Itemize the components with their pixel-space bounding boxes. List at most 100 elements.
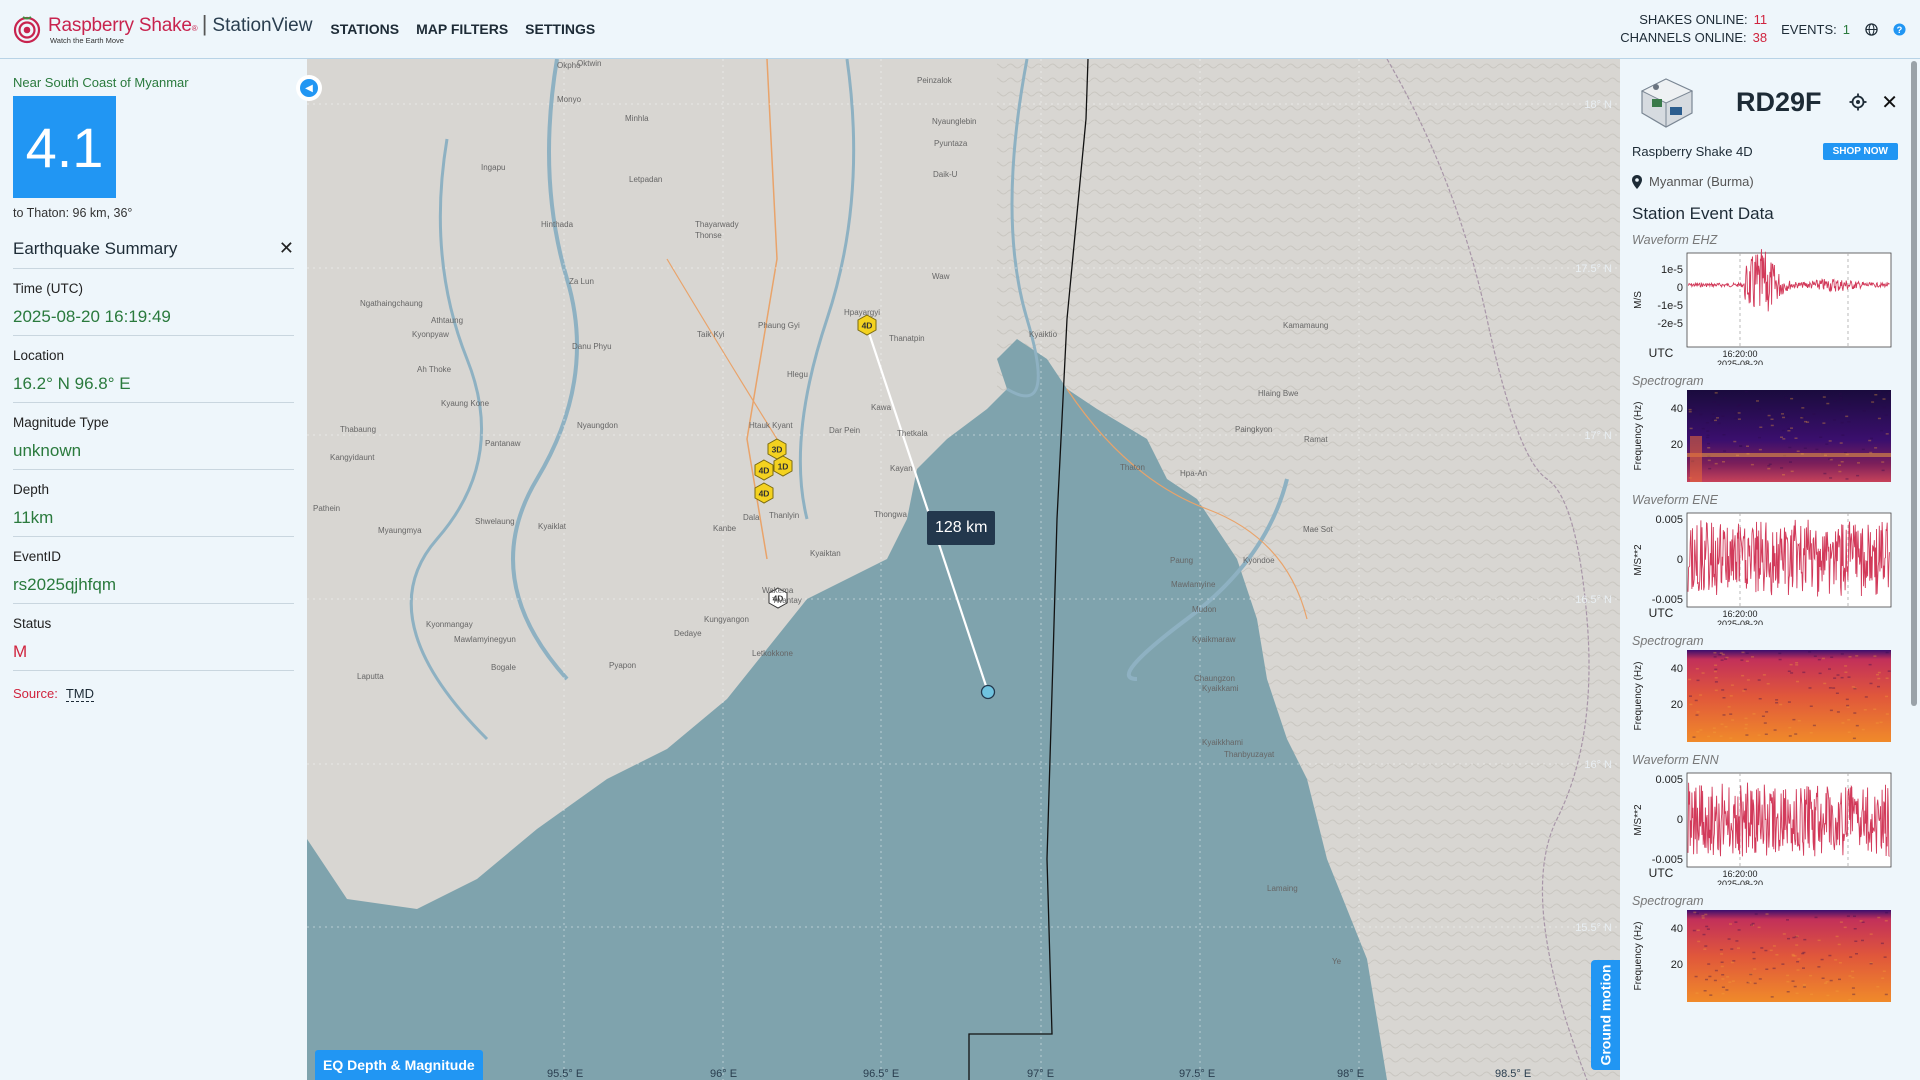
waveform-tick-label: 0.005 (1655, 514, 1683, 526)
spectrogram-noise (1707, 459, 1711, 462)
station-event-blocks: Waveform EHZ 1e-5 0 -1e-5 -2e-5 M/S UTC 16:20:0… (1620, 224, 1920, 1004)
spectrogram-noise (1765, 711, 1769, 713)
spectrogram-noise (1758, 436, 1761, 439)
waveform-x-label-utc: UTC (1649, 346, 1674, 360)
spectrogram-noise (1857, 462, 1860, 464)
spectrogram-noise (1885, 713, 1889, 715)
spectrogram-noise (1696, 731, 1700, 733)
spectrogram-noise (1716, 417, 1719, 419)
close-station-button[interactable]: ✕ (1881, 90, 1898, 115)
events-count[interactable]: EVENTS: 1 (1781, 22, 1850, 37)
spectrogram-noise (1752, 951, 1756, 954)
source-link[interactable]: TMD (65, 686, 94, 702)
town-label: Letpadan (629, 175, 663, 184)
nav-stations[interactable]: STATIONS (330, 21, 399, 37)
spectrogram-label: Spectrogram (1632, 894, 1704, 908)
spectrogram-noise (1709, 994, 1713, 996)
spectrogram-noise (1731, 980, 1735, 982)
close-summary-button[interactable]: ✕ (279, 238, 294, 259)
spectrogram-noise (1782, 933, 1786, 935)
locate-icon[interactable] (1849, 93, 1867, 111)
spectrogram-noise (1705, 422, 1709, 424)
spectrogram-noise (1820, 958, 1824, 961)
station-panel-scrollbar[interactable] (1911, 61, 1917, 706)
spectrogram-noise (1704, 945, 1708, 947)
station-marker[interactable]: 4D (753, 482, 775, 504)
spectrogram-band (1687, 453, 1891, 457)
spectrogram-noise (1812, 413, 1816, 415)
town-label: Thanatpin (889, 334, 925, 343)
town-label: Nyaunglebin (932, 117, 977, 126)
station-marker[interactable]: 4D (753, 459, 775, 481)
spectrogram-noise (1875, 722, 1879, 724)
spectrogram-noise (1876, 673, 1879, 676)
collapse-panel-button[interactable]: ◀ (296, 75, 322, 101)
globe-icon[interactable] (1864, 22, 1878, 36)
brand-name: Raspberry Shake (48, 15, 192, 37)
spectrogram-noise (1688, 678, 1692, 681)
epicenter-marker[interactable] (980, 684, 996, 700)
spectrogram-y-label: Frequency (Hz) (1633, 402, 1644, 471)
help-icon[interactable]: ? (1892, 22, 1906, 36)
nav-settings[interactable]: SETTINGS (525, 21, 595, 37)
spectrogram-noise (1696, 679, 1700, 682)
spectrogram-noise (1753, 982, 1757, 985)
spectrogram-noise (1769, 949, 1773, 952)
spectrogram-noise (1836, 674, 1840, 676)
spectrogram-noise (1729, 737, 1733, 739)
town-label: Lamaing (1267, 884, 1298, 893)
spectrogram-noise (1729, 713, 1733, 715)
town-label: Ingapu (481, 163, 506, 172)
station-id: RD29F (1736, 86, 1822, 117)
map-view[interactable]: 128 km 4D 3D 1D 4D 4D 4D Oktwin Okpho Pein… (307, 59, 1620, 1080)
waveform-tick-label: -2e-5 (1657, 318, 1683, 330)
spectrogram-noise (1692, 929, 1696, 932)
town-label: Thongwa (874, 510, 907, 519)
spectrogram-noise (1856, 474, 1860, 477)
shop-now-button[interactable]: SHOP NOW (1822, 143, 1898, 160)
spectrogram-noise (1847, 719, 1851, 721)
spectrogram-noise (1851, 987, 1855, 989)
chevron-left-icon: ◀ (300, 79, 318, 97)
spectrogram-noise (1758, 978, 1762, 980)
spectrogram-noise (1708, 467, 1712, 470)
spectrogram-noise (1760, 947, 1764, 949)
spectrogram-noise (1812, 724, 1816, 727)
spectrogram-noise (1855, 953, 1858, 955)
spectrogram-noise (1872, 405, 1876, 408)
eq-depth-magnitude-button[interactable]: EQ Depth & Magnitude (315, 1050, 483, 1080)
spectrogram-noise (1840, 676, 1844, 679)
spectrogram-noise (1819, 436, 1823, 438)
spectrogram-noise (1689, 703, 1693, 706)
spectrogram-noise (1818, 672, 1822, 675)
spectrogram-noise (1706, 928, 1710, 930)
spectrogram-noise (1733, 417, 1737, 419)
spectrogram-noise (1868, 439, 1872, 442)
spectrogram-noise (1764, 733, 1768, 735)
spectrogram-noise (1770, 996, 1774, 998)
waveform-chart: 0.005 0 -0.005 M/S**2 UTC 16:20:002025-08-20 (1633, 772, 1892, 885)
spectrogram-noise (1840, 653, 1844, 655)
ground-motion-button[interactable]: Ground motion (1591, 960, 1620, 1070)
spectrogram-noise (1786, 974, 1790, 977)
spectrogram-noise (1808, 651, 1812, 653)
spectrogram-noise (1801, 416, 1805, 419)
brand-registered-mark: ® (191, 24, 198, 34)
station-marker[interactable]: 1D (772, 455, 794, 477)
field-value: 16.2° N 96.8° E (13, 374, 131, 393)
spectrogram-noise (1881, 469, 1885, 472)
spectrogram-noise (1694, 975, 1698, 978)
spectrogram-noise (1845, 478, 1849, 480)
spectrogram-noise (1846, 704, 1850, 707)
spectrogram-noise (1825, 981, 1829, 983)
spectrogram-noise (1701, 427, 1705, 430)
nav-map-filters[interactable]: MAP FILTERS (416, 21, 508, 37)
town-label: Ah Thoke (417, 365, 452, 374)
brand-logo[interactable]: Raspberry Shake ® | StationView Watch the… (12, 13, 312, 45)
spectrogram-noise (1733, 440, 1737, 443)
town-label: Danu Phyu (572, 342, 612, 351)
station-marker[interactable]: 4D (856, 314, 878, 336)
spectrogram-noise (1725, 989, 1729, 991)
shakes-online-label: SHAKES ONLINE: (1639, 12, 1748, 27)
spectrogram-noise (1695, 912, 1699, 915)
